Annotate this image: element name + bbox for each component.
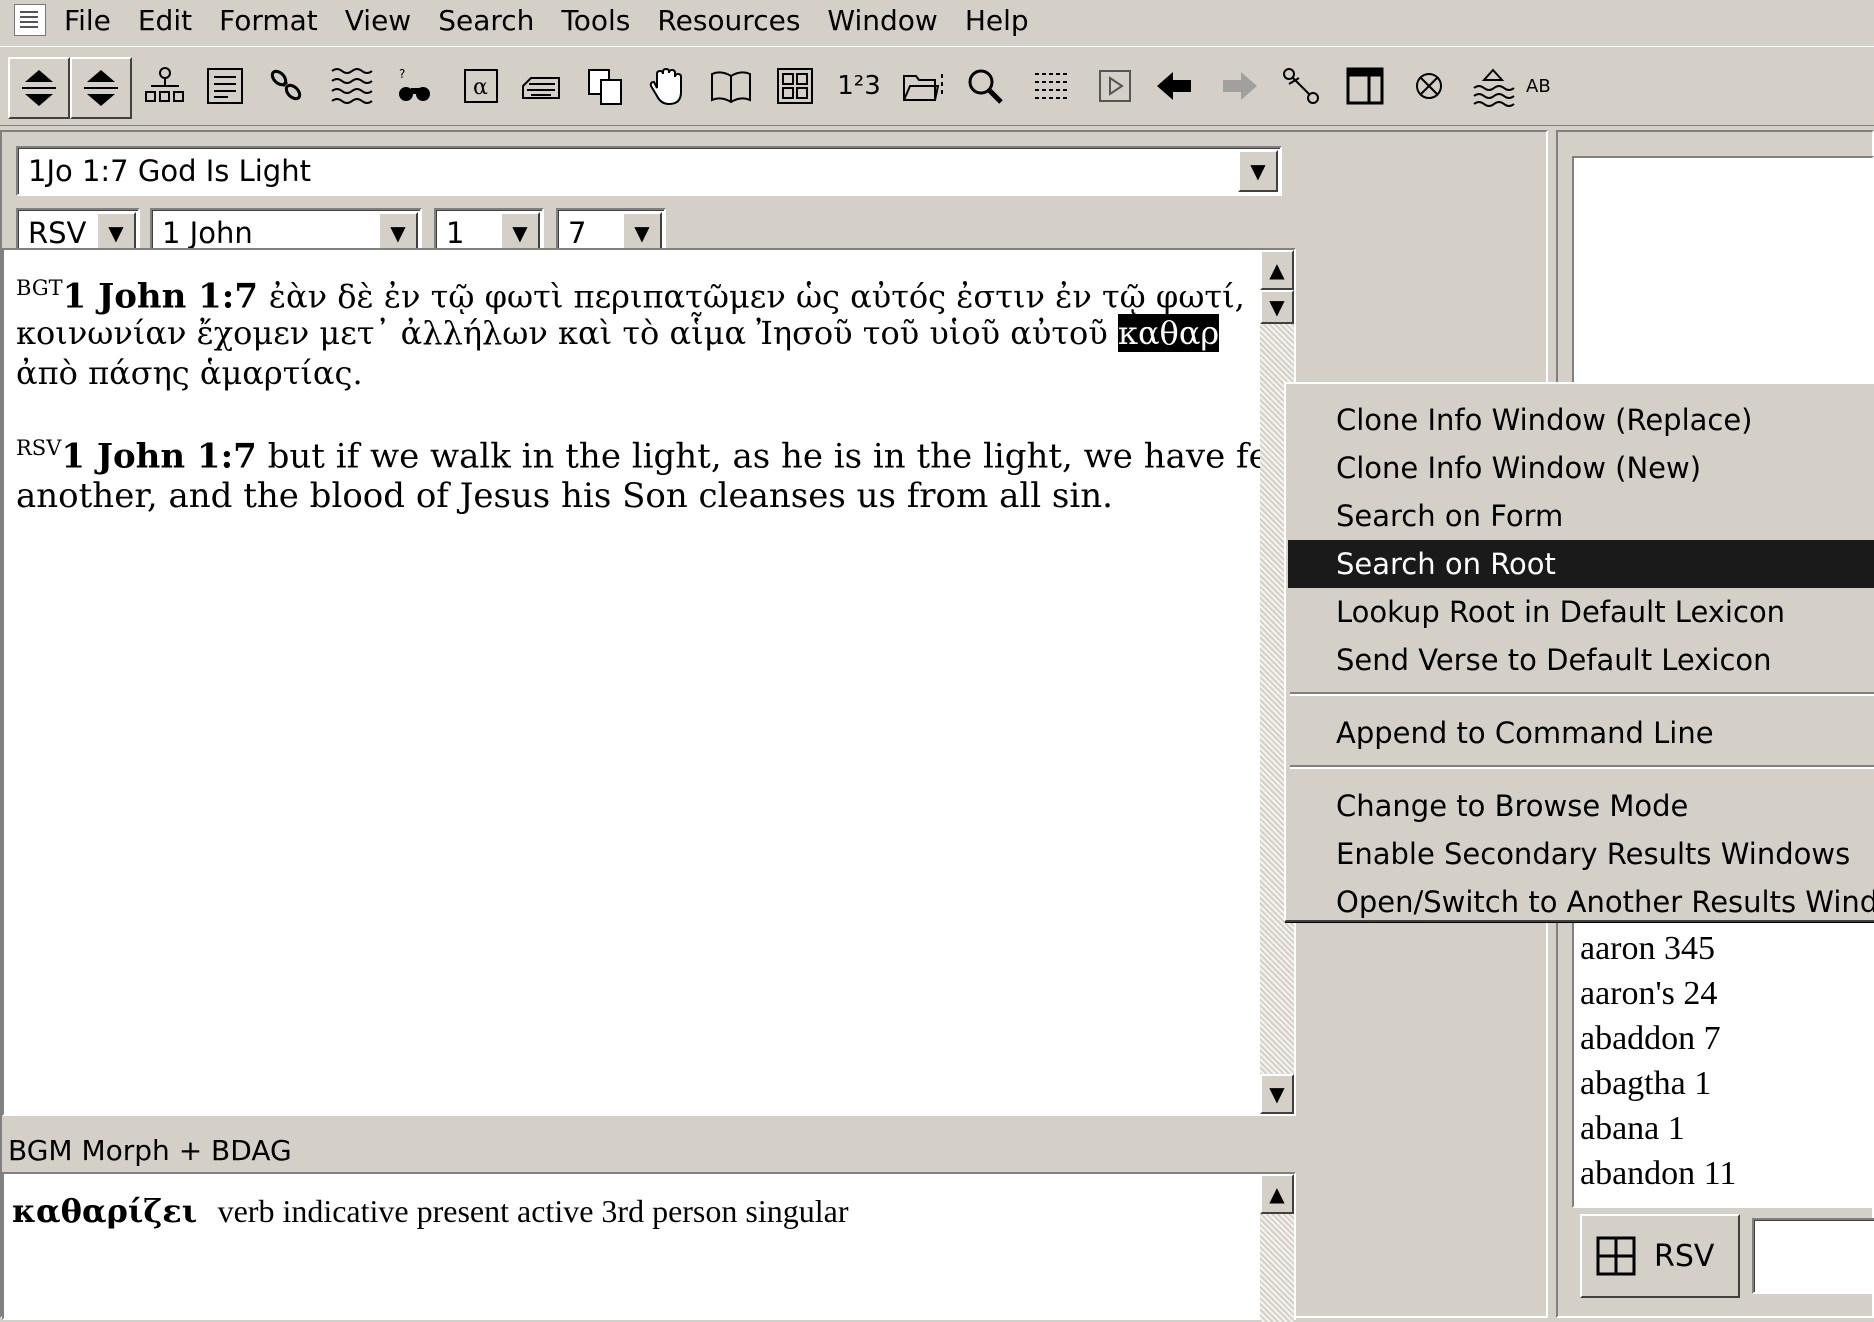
back-arrow-icon[interactable]: [1146, 57, 1204, 115]
scroll-down-icon[interactable]: ▼: [1260, 290, 1294, 324]
analysis-pane[interactable]: καθαρίζει verb indicative present active…: [2, 1172, 1296, 1322]
bgt-line-1: BGT1 John 1:7 ἐὰν δὲ ἐν τῷ φωτὶ περιπατῶ…: [16, 276, 1245, 316]
menu-file[interactable]: File: [54, 4, 128, 37]
list-icon[interactable]: [196, 57, 254, 115]
svg-text:α: α: [473, 75, 488, 100]
version-value: RSV: [28, 216, 87, 250]
list-item[interactable]: aaron 345: [1580, 926, 1736, 971]
menu-edit[interactable]: Edit: [128, 4, 209, 37]
analysis-header: BGM Morph + BDAG: [8, 1133, 292, 1167]
menu-tools[interactable]: Tools: [551, 4, 647, 37]
menu-separator: [1290, 765, 1874, 769]
up-down-arrows-icon[interactable]: [70, 57, 132, 119]
menu-window[interactable]: Window: [817, 4, 954, 37]
menu-search[interactable]: Search: [428, 4, 551, 37]
menu-item-append-command[interactable]: Append to Command Line: [1288, 709, 1874, 757]
numbering-glyph: 1²3: [837, 71, 881, 101]
english-text: but if we walk in the light, as he is in…: [267, 436, 1391, 477]
rsv-line-1: RSV1 John 1:7 but if we walk in the ligh…: [16, 436, 1390, 476]
list-item[interactable]: abaddon 7: [1580, 1016, 1736, 1061]
book-icon[interactable]: [702, 57, 760, 115]
verse-value: 7: [568, 216, 587, 250]
list-item[interactable]: abandon 11: [1580, 1151, 1736, 1196]
svg-text:?: ?: [399, 67, 405, 81]
version-button-label: RSV: [1654, 1238, 1715, 1274]
book-value: 1 John: [162, 216, 253, 250]
abc-icon[interactable]: AB: [1526, 57, 1566, 115]
scroll-down-icon[interactable]: ▼: [1260, 1074, 1294, 1114]
context-menu: Clone Info Window (Replace) Clone Info W…: [1284, 382, 1874, 922]
list-item[interactable]: aaron's 24: [1580, 971, 1736, 1016]
scroll-up-icon[interactable]: ▲: [1260, 1174, 1294, 1214]
forward-arrow-icon[interactable]: [1210, 57, 1268, 115]
word-list-items: aaron 345 aaron's 24 abaddon 7 abagtha 1…: [1580, 926, 1736, 1196]
menu-item-browse-mode[interactable]: Change to Browse Mode: [1288, 782, 1874, 830]
selected-word[interactable]: καθαρ: [1117, 314, 1220, 352]
menu-item-search-root[interactable]: Search on Root: [1288, 540, 1874, 588]
binoculars-icon[interactable]: ?: [386, 57, 444, 115]
up-down-arrows-icon[interactable]: [8, 57, 70, 119]
folder-icon[interactable]: [894, 57, 952, 115]
verse-text-area[interactable]: BGT1 John 1:7 ἐὰν δὲ ἐν τῷ φωτὶ περιπατῶ…: [2, 248, 1390, 1116]
window-icon[interactable]: [1336, 57, 1394, 115]
hand-icon[interactable]: [638, 57, 696, 115]
greek-text: κοινωνίαν ἔχομεν μετ᾽ ἀλλήλων καὶ τὸ αἷμ…: [16, 314, 1108, 352]
bgt-line-3: ἀπὸ πάσης ἁμαρτίας.: [16, 354, 363, 392]
magnifier-icon[interactable]: [956, 57, 1014, 115]
version-button[interactable]: RSV: [1580, 1214, 1740, 1298]
list-item[interactable]: abana 1: [1580, 1106, 1736, 1151]
list-item[interactable]: abagtha 1: [1580, 1061, 1736, 1106]
links-icon[interactable]: [258, 57, 316, 115]
scroll-up-icon[interactable]: ▲: [1260, 250, 1294, 290]
grid-icon: [1596, 1236, 1636, 1276]
passage-title: 1Jo 1:7 God Is Light: [28, 154, 311, 188]
chevron-down-icon[interactable]: ▼: [1238, 150, 1278, 192]
copy-icon[interactable]: [576, 57, 634, 115]
menu-item-send-verse[interactable]: Send Verse to Default Lexicon: [1288, 636, 1874, 684]
menu-help[interactable]: Help: [955, 4, 1046, 37]
abc-glyph: AB: [1526, 75, 1551, 97]
version-tag: BGT: [16, 276, 63, 300]
menu-format[interactable]: Format: [209, 4, 335, 37]
verse-ref: 1 John 1:7: [62, 276, 259, 317]
word-search-input[interactable]: [1752, 1218, 1874, 1294]
menu-item-clone-new[interactable]: Clone Info Window (New): [1288, 444, 1874, 492]
toolbar: ? α 1²3 AB: [0, 46, 1874, 126]
bgt-line-2: κοινωνίαν ἔχομεν μετ᾽ ἀλλήλων καὶ τὸ αἷμ…: [16, 314, 1220, 352]
menu-item-clone-replace[interactable]: Clone Info Window (Replace): [1288, 396, 1874, 444]
chapter-value: 1: [446, 216, 465, 250]
app-document-icon[interactable]: [14, 4, 46, 36]
rsv-line-2: another, and the blood of Jesus his Son …: [16, 476, 1113, 516]
layers-icon[interactable]: [1464, 57, 1522, 115]
greek-text: ἐὰν δὲ ἐν τῷ φωτὶ περιπατῶμεν ὡς αὐτός ἐ…: [268, 277, 1245, 316]
menu-item-secondary-results[interactable]: Enable Secondary Results Windows: [1288, 830, 1874, 878]
menu-view[interactable]: View: [335, 4, 428, 37]
analysis-scrollbar[interactable]: ▲: [1260, 1174, 1294, 1322]
menu-item-search-form[interactable]: Search on Form: [1288, 492, 1874, 540]
keyboard-icon[interactable]: [512, 57, 570, 115]
tree-icon[interactable]: [136, 57, 194, 115]
grid-icon[interactable]: [766, 57, 824, 115]
passage-title-combo[interactable]: 1Jo 1:7 God Is Light ▼: [16, 146, 1282, 196]
menu-resources[interactable]: Resources: [647, 4, 817, 37]
menu-item-switch-results[interactable]: Open/Switch to Another Results Window: [1288, 878, 1874, 926]
play-icon[interactable]: [1086, 57, 1144, 115]
verse-ref: 1 John 1:7: [61, 436, 257, 477]
columns-icon[interactable]: [1022, 57, 1080, 115]
version-tag: RSV: [16, 436, 62, 460]
analysis-word: καθαρίζει: [12, 1192, 198, 1230]
stack-icon[interactable]: [322, 57, 380, 115]
scissors-icon[interactable]: [1272, 57, 1330, 115]
cancel-icon[interactable]: [1400, 57, 1458, 115]
numbering-icon[interactable]: 1²3: [826, 57, 892, 115]
analysis-line: καθαρίζει verb indicative present active…: [12, 1192, 848, 1230]
alpha-icon[interactable]: α: [452, 57, 510, 115]
menu-item-lookup-root[interactable]: Lookup Root in Default Lexicon: [1288, 588, 1874, 636]
analysis-parse: verb indicative present active 3rd perso…: [217, 1193, 849, 1229]
menu-separator: [1290, 692, 1874, 696]
menu-bar: File Edit Format View Search Tools Resou…: [0, 0, 1874, 40]
